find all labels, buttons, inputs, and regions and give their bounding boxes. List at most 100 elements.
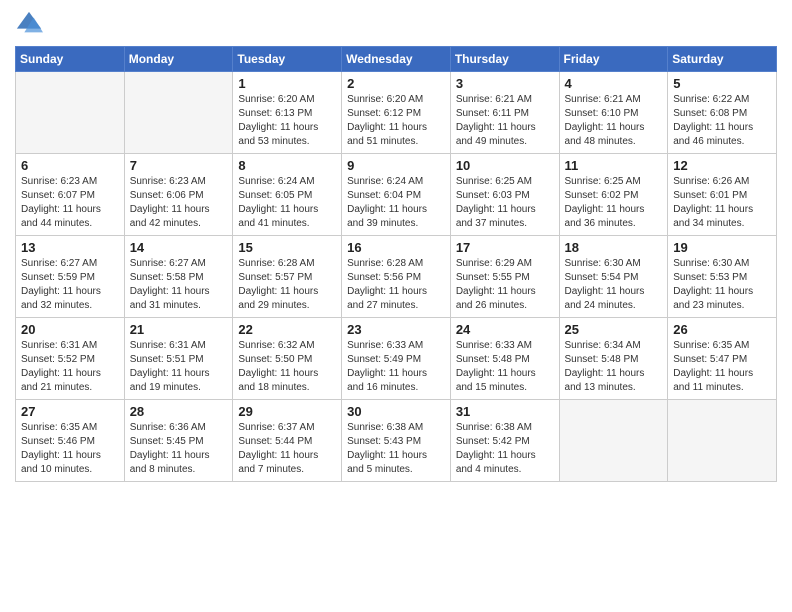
cell-info: Sunrise: 6:24 AM Sunset: 6:05 PM Dayligh…	[238, 175, 336, 231]
cell-info: Sunrise: 6:32 AM Sunset: 5:50 PM Dayligh…	[238, 339, 336, 395]
cell-info: Sunrise: 6:23 AM Sunset: 6:07 PM Dayligh…	[21, 175, 119, 231]
day-number: 20	[21, 322, 119, 337]
cell-info: Sunrise: 6:28 AM Sunset: 5:57 PM Dayligh…	[238, 257, 336, 313]
calendar-cell	[668, 400, 777, 482]
day-number: 25	[565, 322, 663, 337]
weekday-header-tuesday: Tuesday	[233, 47, 342, 72]
calendar-cell: 26Sunrise: 6:35 AM Sunset: 5:47 PM Dayli…	[668, 318, 777, 400]
day-number: 13	[21, 240, 119, 255]
cell-info: Sunrise: 6:31 AM Sunset: 5:52 PM Dayligh…	[21, 339, 119, 395]
day-number: 17	[456, 240, 554, 255]
week-row-4: 27 Sunrise: 6:35 AM Sunset: 5:46 PM Dayli…	[16, 400, 777, 482]
day-number: 7	[130, 158, 228, 173]
cell-info: Sunrise: 6:37 AM Sunset: 5:44 PM Dayligh…	[238, 421, 336, 477]
day-number: 11	[565, 158, 663, 173]
day-number: 10	[456, 158, 554, 173]
calendar-cell: 9 Sunrise: 6:24 AM Sunset: 6:04 PM Daylig…	[342, 154, 451, 236]
cell-info: Sunrise: 6:26 AM Sunset: 6:01 PM Dayligh…	[673, 175, 771, 231]
calendar-cell: 31 Sunrise: 6:38 AM Sunset: 5:42 PM Dayli…	[450, 400, 559, 482]
calendar-cell: 11 Sunrise: 6:25 AM Sunset: 6:02 PM Dayli…	[559, 154, 668, 236]
weekday-header-friday: Friday	[559, 47, 668, 72]
calendar-cell: 7 Sunrise: 6:23 AM Sunset: 6:06 PM Daylig…	[124, 154, 233, 236]
day-number: 4	[565, 76, 663, 91]
cell-info: Sunrise: 6:33 AM Sunset: 5:49 PM Dayligh…	[347, 339, 445, 395]
logo-icon	[15, 10, 43, 38]
day-number: 19	[673, 240, 771, 255]
calendar-cell: 8 Sunrise: 6:24 AM Sunset: 6:05 PM Daylig…	[233, 154, 342, 236]
day-number: 22	[238, 322, 336, 337]
cell-info: Sunrise: 6:25 AM Sunset: 6:03 PM Dayligh…	[456, 175, 554, 231]
calendar-cell: 16Sunrise: 6:28 AM Sunset: 5:56 PM Dayli…	[342, 236, 451, 318]
cell-info: Sunrise: 6:20 AM Sunset: 6:13 PM Dayligh…	[238, 93, 336, 149]
day-number: 5	[673, 76, 771, 91]
cell-info: Sunrise: 6:29 AM Sunset: 5:55 PM Dayligh…	[456, 257, 554, 313]
week-row-0: 1 Sunrise: 6:20 AM Sunset: 6:13 PM Daylig…	[16, 72, 777, 154]
logo	[15, 10, 47, 38]
day-number: 8	[238, 158, 336, 173]
cell-info: Sunrise: 6:27 AM Sunset: 5:59 PM Dayligh…	[21, 257, 119, 313]
calendar-cell: 23 Sunrise: 6:33 AM Sunset: 5:49 PM Dayli…	[342, 318, 451, 400]
day-number: 27	[21, 404, 119, 419]
calendar-cell	[124, 72, 233, 154]
day-number: 9	[347, 158, 445, 173]
week-row-3: 20 Sunrise: 6:31 AM Sunset: 5:52 PM Dayli…	[16, 318, 777, 400]
cell-info: Sunrise: 6:20 AM Sunset: 6:12 PM Dayligh…	[347, 93, 445, 149]
calendar-cell: 12Sunrise: 6:26 AM Sunset: 6:01 PM Dayli…	[668, 154, 777, 236]
day-number: 3	[456, 76, 554, 91]
calendar-cell: 18 Sunrise: 6:30 AM Sunset: 5:54 PM Dayli…	[559, 236, 668, 318]
calendar-cell: 17 Sunrise: 6:29 AM Sunset: 5:55 PM Dayli…	[450, 236, 559, 318]
cell-info: Sunrise: 6:30 AM Sunset: 5:53 PM Dayligh…	[673, 257, 771, 313]
day-number: 26	[673, 322, 771, 337]
cell-info: Sunrise: 6:31 AM Sunset: 5:51 PM Dayligh…	[130, 339, 228, 395]
cell-info: Sunrise: 6:30 AM Sunset: 5:54 PM Dayligh…	[565, 257, 663, 313]
day-number: 2	[347, 76, 445, 91]
day-number: 18	[565, 240, 663, 255]
day-number: 29	[238, 404, 336, 419]
cell-info: Sunrise: 6:38 AM Sunset: 5:42 PM Dayligh…	[456, 421, 554, 477]
cell-info: Sunrise: 6:21 AM Sunset: 6:11 PM Dayligh…	[456, 93, 554, 149]
weekday-header-sunday: Sunday	[16, 47, 125, 72]
cell-info: Sunrise: 6:21 AM Sunset: 6:10 PM Dayligh…	[565, 93, 663, 149]
day-number: 23	[347, 322, 445, 337]
calendar-cell: 21Sunrise: 6:31 AM Sunset: 5:51 PM Dayli…	[124, 318, 233, 400]
weekday-header-saturday: Saturday	[668, 47, 777, 72]
day-number: 15	[238, 240, 336, 255]
page: SundayMondayTuesdayWednesdayThursdayFrid…	[0, 0, 792, 612]
cell-info: Sunrise: 6:24 AM Sunset: 6:04 PM Dayligh…	[347, 175, 445, 231]
weekday-header-thursday: Thursday	[450, 47, 559, 72]
calendar-cell: 2 Sunrise: 6:20 AM Sunset: 6:12 PM Daylig…	[342, 72, 451, 154]
header	[15, 10, 777, 38]
week-row-1: 6Sunrise: 6:23 AM Sunset: 6:07 PM Daylig…	[16, 154, 777, 236]
calendar-cell: 5 Sunrise: 6:22 AM Sunset: 6:08 PM Daylig…	[668, 72, 777, 154]
calendar-cell: 19 Sunrise: 6:30 AM Sunset: 5:53 PM Dayli…	[668, 236, 777, 318]
calendar-header: SundayMondayTuesdayWednesdayThursdayFrid…	[16, 47, 777, 72]
cell-info: Sunrise: 6:23 AM Sunset: 6:06 PM Dayligh…	[130, 175, 228, 231]
weekday-header-row: SundayMondayTuesdayWednesdayThursdayFrid…	[16, 47, 777, 72]
day-number: 30	[347, 404, 445, 419]
cell-info: Sunrise: 6:25 AM Sunset: 6:02 PM Dayligh…	[565, 175, 663, 231]
cell-info: Sunrise: 6:22 AM Sunset: 6:08 PM Dayligh…	[673, 93, 771, 149]
calendar-cell: 3 Sunrise: 6:21 AM Sunset: 6:11 PM Daylig…	[450, 72, 559, 154]
cell-info: Sunrise: 6:33 AM Sunset: 5:48 PM Dayligh…	[456, 339, 554, 395]
weekday-header-monday: Monday	[124, 47, 233, 72]
calendar-cell: 22 Sunrise: 6:32 AM Sunset: 5:50 PM Dayli…	[233, 318, 342, 400]
calendar-cell: 20 Sunrise: 6:31 AM Sunset: 5:52 PM Dayli…	[16, 318, 125, 400]
calendar-cell	[559, 400, 668, 482]
calendar-cell: 29 Sunrise: 6:37 AM Sunset: 5:44 PM Dayli…	[233, 400, 342, 482]
calendar-cell: 30Sunrise: 6:38 AM Sunset: 5:43 PM Dayli…	[342, 400, 451, 482]
calendar-cell: 10 Sunrise: 6:25 AM Sunset: 6:03 PM Dayli…	[450, 154, 559, 236]
calendar-cell: 27 Sunrise: 6:35 AM Sunset: 5:46 PM Dayli…	[16, 400, 125, 482]
day-number: 28	[130, 404, 228, 419]
calendar-cell: 24 Sunrise: 6:33 AM Sunset: 5:48 PM Dayli…	[450, 318, 559, 400]
day-number: 24	[456, 322, 554, 337]
calendar-cell: 15 Sunrise: 6:28 AM Sunset: 5:57 PM Dayli…	[233, 236, 342, 318]
weekday-header-wednesday: Wednesday	[342, 47, 451, 72]
day-number: 31	[456, 404, 554, 419]
cell-info: Sunrise: 6:35 AM Sunset: 5:46 PM Dayligh…	[21, 421, 119, 477]
cell-info: Sunrise: 6:27 AM Sunset: 5:58 PM Dayligh…	[130, 257, 228, 313]
calendar-body: 1 Sunrise: 6:20 AM Sunset: 6:13 PM Daylig…	[16, 72, 777, 482]
week-row-2: 13 Sunrise: 6:27 AM Sunset: 5:59 PM Dayli…	[16, 236, 777, 318]
day-number: 1	[238, 76, 336, 91]
calendar-cell: 6Sunrise: 6:23 AM Sunset: 6:07 PM Daylig…	[16, 154, 125, 236]
cell-info: Sunrise: 6:34 AM Sunset: 5:48 PM Dayligh…	[565, 339, 663, 395]
